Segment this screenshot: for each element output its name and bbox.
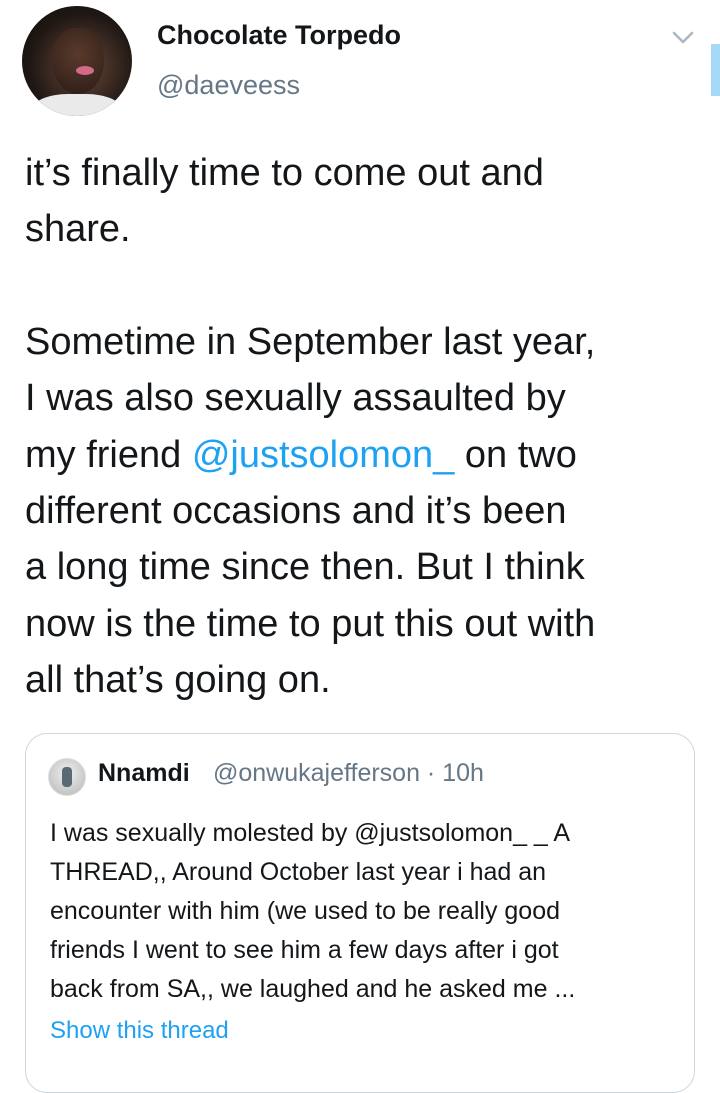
tweet-text-segment: on two bbox=[454, 433, 577, 476]
quoted-line: back from SA,, we laughed and he asked m… bbox=[50, 975, 576, 1003]
avatar-face bbox=[52, 28, 104, 94]
tweet-line: it’s finally time to come out and bbox=[25, 152, 544, 194]
tweet-line: a long time since then. But I think bbox=[25, 546, 585, 589]
quoted-author-avatar bbox=[48, 758, 86, 796]
tweet-line: share. bbox=[25, 208, 131, 251]
quoted-author-meta: @onwukajefferson · 10h bbox=[213, 759, 484, 787]
tweet-line: all that’s going on. bbox=[25, 659, 331, 702]
show-thread-link[interactable]: Show this thread bbox=[50, 1017, 229, 1045]
tweet-line: Sometime in September last year, bbox=[25, 320, 596, 363]
author-avatar[interactable] bbox=[22, 6, 132, 116]
author-handle[interactable]: @daeveess bbox=[157, 70, 300, 101]
quoted-line: friends I went to see him a few days aft… bbox=[50, 936, 559, 964]
quoted-line: encounter with him (we used to be really… bbox=[50, 897, 561, 925]
tweet-line-with-mention: my friend @justsolomon_ on two bbox=[25, 427, 705, 483]
quoted-tweet-text: I was sexually molested by @justsolomon_… bbox=[50, 814, 690, 1009]
avatar-lips bbox=[76, 66, 94, 75]
avatar-shirt bbox=[32, 94, 122, 116]
tweet-line: different occasions and it’s been bbox=[25, 490, 567, 533]
tweet-line: now is the time to put this out with bbox=[25, 602, 596, 645]
mention-link[interactable]: @justsolomon_ bbox=[192, 434, 454, 476]
author-display-name[interactable]: Chocolate Torpedo bbox=[157, 20, 401, 51]
chevron-down-icon[interactable] bbox=[670, 24, 696, 50]
quoted-author-name: Nnamdi bbox=[98, 759, 190, 787]
quoted-tweet-card[interactable]: Nnamdi @onwukajefferson · 10h I was sexu… bbox=[25, 733, 695, 1093]
scrollbar-thumb[interactable] bbox=[711, 44, 720, 96]
tweet-text: it’s finally time to come out and share.… bbox=[25, 145, 705, 709]
tweet-text-segment: my friend bbox=[25, 433, 192, 476]
avatar-figure bbox=[62, 767, 72, 787]
quoted-line: I was sexually molested by @justsolomon_… bbox=[50, 819, 571, 847]
quoted-line: THREAD,, Around October last year i had … bbox=[50, 858, 547, 886]
tweet-line: I was also sexually assaulted by bbox=[25, 377, 566, 420]
